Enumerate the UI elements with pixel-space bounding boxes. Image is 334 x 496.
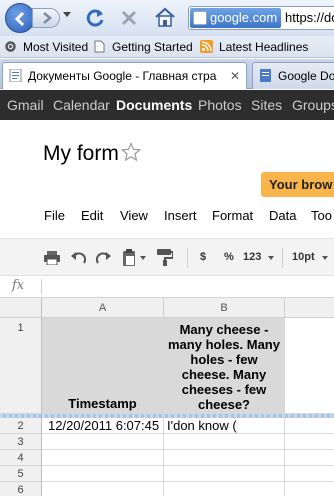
print-icon[interactable] <box>44 251 60 265</box>
menu-file[interactable]: File <box>44 208 65 223</box>
sheet-toolbar: $ % 123 10pt <box>0 238 334 276</box>
menu-data[interactable]: Data <box>269 208 296 223</box>
cell-c5[interactable] <box>285 466 334 482</box>
page-icon <box>94 40 105 53</box>
font-size-select[interactable]: 10pt <box>292 251 315 263</box>
browser-nav-bar: google.com https://do <box>0 0 334 36</box>
formula-fx-icon: fx <box>12 278 25 293</box>
gbar-groups-link[interactable]: Groups <box>292 97 334 113</box>
cell-a6[interactable] <box>42 482 164 496</box>
google-docs-favicon-icon <box>9 69 22 82</box>
forward-button[interactable] <box>32 8 60 28</box>
reload-icon[interactable] <box>86 8 106 28</box>
bookmark-most-visited[interactable]: Most Visited <box>4 39 88 55</box>
header-cell-timestamp[interactable]: Timestamp <box>42 318 164 414</box>
tab-strip: Документы Google - Главная стра ✕ Google… <box>0 59 334 89</box>
currency-format-button[interactable]: $ <box>200 251 206 263</box>
history-dropdown-icon[interactable] <box>63 12 71 18</box>
google-favicon-icon <box>193 11 207 25</box>
number-format-dropdown-icon[interactable] <box>268 256 274 260</box>
gear-icon <box>5 41 16 52</box>
cell-b4[interactable] <box>164 450 285 466</box>
bookmark-label: Latest Headlines <box>219 40 309 54</box>
cell-a3[interactable] <box>42 434 164 450</box>
bookmark-label: Getting Started <box>112 40 193 54</box>
spreadsheet-grid: A B 1 Timestamp Many cheese - many holes… <box>0 298 334 496</box>
toolbar-separator <box>282 248 283 268</box>
row-header-6[interactable]: 6 <box>0 482 42 496</box>
bookmark-label: Most Visited <box>23 40 89 54</box>
menu-insert[interactable]: Insert <box>164 208 197 223</box>
select-all-corner[interactable] <box>0 298 42 318</box>
paste-dropdown-icon[interactable] <box>140 256 146 260</box>
menu-tools[interactable]: Too <box>311 208 332 223</box>
formula-divider <box>41 279 42 294</box>
row-header-4[interactable]: 4 <box>0 450 42 466</box>
font-size-dropdown-icon[interactable] <box>322 256 328 260</box>
gbar-calendar-link[interactable]: Calendar <box>53 97 110 113</box>
number-format-button[interactable]: 123 <box>243 251 261 263</box>
url-bar[interactable]: google.com https://do <box>188 6 334 30</box>
row-header-1[interactable]: 1 <box>0 318 42 414</box>
menu-format[interactable]: Format <box>212 208 253 223</box>
back-arrow-icon <box>14 11 25 27</box>
cell-b6[interactable] <box>164 482 285 496</box>
gbar-photos-link[interactable]: Photos <box>198 97 242 113</box>
paste-icon[interactable] <box>122 249 136 266</box>
cell-c3[interactable] <box>285 434 334 450</box>
menu-edit[interactable]: Edit <box>81 208 103 223</box>
stop-icon[interactable] <box>120 9 138 27</box>
cell-c1[interactable] <box>285 318 334 414</box>
cell-c4[interactable] <box>285 450 334 466</box>
star-icon[interactable] <box>121 142 141 162</box>
row-header-2[interactable]: 2 <box>0 418 42 434</box>
google-nav-bar: Gmail Calendar Documents Photos Sites Gr… <box>0 90 334 120</box>
browser-warning-notice[interactable]: Your brow <box>261 172 334 197</box>
gbar-documents-link[interactable]: Documents <box>116 97 192 113</box>
menu-view[interactable]: View <box>120 208 148 223</box>
home-icon[interactable] <box>154 7 176 27</box>
cell-c6[interactable] <box>285 482 334 496</box>
cell-a5[interactable] <box>42 466 164 482</box>
formula-bar: fx <box>0 276 334 298</box>
document-title[interactable]: My form <box>43 142 119 166</box>
bookmark-getting-started[interactable]: Getting Started <box>93 39 193 55</box>
gbar-sites-link[interactable]: Sites <box>251 97 282 113</box>
tab-title: Google Do <box>278 69 334 83</box>
tab-title: Документы Google - Главная стра <box>28 69 217 83</box>
rss-feed-icon <box>200 40 213 53</box>
site-identity-domain: google.com <box>210 10 278 25</box>
cell-answer-value[interactable]: I'don know ( <box>164 418 285 434</box>
gbar-gmail-link[interactable]: Gmail <box>7 97 44 113</box>
row-header-3[interactable]: 3 <box>0 434 42 450</box>
bookmarks-toolbar: Most Visited Getting Started Latest Head… <box>0 36 334 58</box>
redo-icon[interactable] <box>96 252 112 264</box>
paint-format-icon[interactable] <box>157 249 173 266</box>
bookmark-latest-headlines[interactable]: Latest Headlines <box>200 39 308 55</box>
google-docs-favicon-icon <box>260 69 271 82</box>
header-cell-question[interactable]: Many cheese - many holes. Many holes - f… <box>164 318 285 414</box>
url-text: https://do <box>285 10 334 25</box>
percent-format-button[interactable]: % <box>224 251 234 263</box>
back-button[interactable] <box>5 3 35 33</box>
cell-b5[interactable] <box>164 466 285 482</box>
cell-c2[interactable] <box>285 418 334 434</box>
column-header-c[interactable] <box>285 298 334 318</box>
close-tab-icon[interactable]: ✕ <box>229 70 241 82</box>
row-header-5[interactable]: 5 <box>0 466 42 482</box>
column-header-b[interactable]: B <box>164 298 285 318</box>
site-identity-button[interactable]: google.com <box>190 8 282 28</box>
tab-google-documents-home[interactable]: Документы Google - Главная стра ✕ <box>2 62 247 89</box>
forward-arrow-icon <box>43 12 52 24</box>
cell-b3[interactable] <box>164 434 285 450</box>
cell-timestamp-value[interactable]: 12/20/2011 6:07:45 <box>42 418 164 434</box>
cell-a4[interactable] <box>42 450 164 466</box>
toolbar-separator <box>187 248 188 268</box>
undo-icon[interactable] <box>70 252 86 264</box>
column-header-a[interactable]: A <box>42 298 164 318</box>
tab-google-docs[interactable]: Google Do <box>252 62 334 89</box>
